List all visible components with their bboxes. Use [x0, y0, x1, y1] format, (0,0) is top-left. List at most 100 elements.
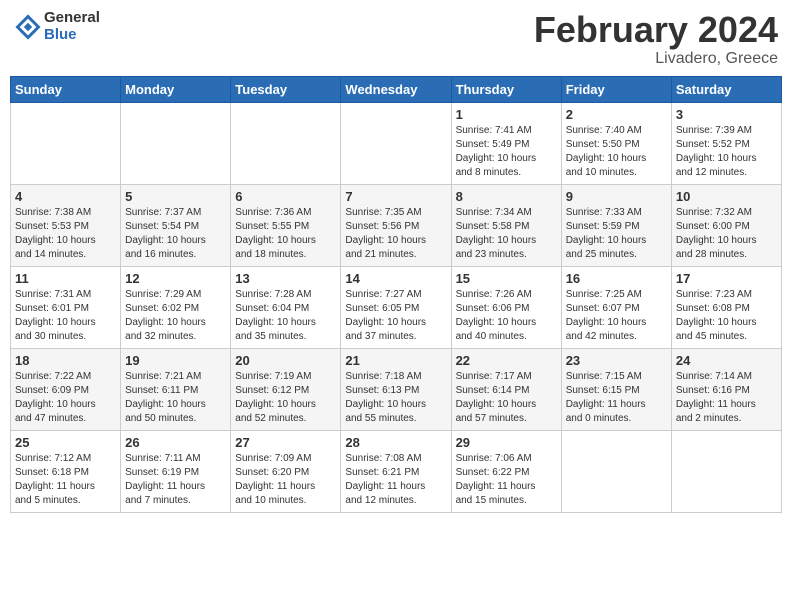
- calendar-cell: 17 Sunrise: 7:23 AM Sunset: 6:08 PM Dayli…: [671, 266, 781, 348]
- calendar-cell: 1 Sunrise: 7:41 AM Sunset: 5:49 PM Daylig…: [451, 102, 561, 184]
- calendar-cell: 2 Sunrise: 7:40 AM Sunset: 5:50 PM Daylig…: [561, 102, 671, 184]
- day-info: Sunrise: 7:31 AM Sunset: 6:01 PM Dayligh…: [15, 288, 116, 344]
- day-number: 22: [456, 353, 557, 368]
- page-header: General Blue February 2024 Livadero, Gre…: [10, 10, 782, 68]
- day-info: Sunrise: 7:12 AM Sunset: 6:18 PM Dayligh…: [15, 452, 116, 508]
- day-info: Sunrise: 7:26 AM Sunset: 6:06 PM Dayligh…: [456, 288, 557, 344]
- calendar-cell: [341, 102, 451, 184]
- day-number: 13: [235, 271, 336, 286]
- column-header-saturday: Saturday: [671, 76, 781, 102]
- day-info: Sunrise: 7:33 AM Sunset: 5:59 PM Dayligh…: [566, 206, 667, 262]
- day-info: Sunrise: 7:06 AM Sunset: 6:22 PM Dayligh…: [456, 452, 557, 508]
- calendar-cell: [561, 430, 671, 512]
- day-info: Sunrise: 7:28 AM Sunset: 6:04 PM Dayligh…: [235, 288, 336, 344]
- day-number: 24: [676, 353, 777, 368]
- calendar-cell: 29 Sunrise: 7:06 AM Sunset: 6:22 PM Dayli…: [451, 430, 561, 512]
- calendar-cell: 27 Sunrise: 7:09 AM Sunset: 6:20 PM Dayli…: [231, 430, 341, 512]
- day-number: 26: [125, 435, 226, 450]
- day-info: Sunrise: 7:23 AM Sunset: 6:08 PM Dayligh…: [676, 288, 777, 344]
- day-info: Sunrise: 7:35 AM Sunset: 5:56 PM Dayligh…: [345, 206, 446, 262]
- day-number: 16: [566, 271, 667, 286]
- day-number: 29: [456, 435, 557, 450]
- day-number: 20: [235, 353, 336, 368]
- calendar-cell: 5 Sunrise: 7:37 AM Sunset: 5:54 PM Daylig…: [121, 184, 231, 266]
- day-info: Sunrise: 7:14 AM Sunset: 6:16 PM Dayligh…: [676, 370, 777, 426]
- logo: General Blue: [14, 10, 100, 43]
- column-header-tuesday: Tuesday: [231, 76, 341, 102]
- title-block: February 2024 Livadero, Greece: [534, 10, 778, 68]
- calendar-cell: 18Sunrise: 7:22 AM Sunset: 6:09 PM Dayli…: [11, 348, 121, 430]
- column-header-sunday: Sunday: [11, 76, 121, 102]
- day-info: Sunrise: 7:39 AM Sunset: 5:52 PM Dayligh…: [676, 124, 777, 180]
- calendar-week-row: 18Sunrise: 7:22 AM Sunset: 6:09 PM Dayli…: [11, 348, 782, 430]
- calendar-cell: 11 Sunrise: 7:31 AM Sunset: 6:01 PM Dayli…: [11, 266, 121, 348]
- day-number: 10: [676, 189, 777, 204]
- day-info: Sunrise: 7:19 AM Sunset: 6:12 PM Dayligh…: [235, 370, 336, 426]
- day-number: 1: [456, 107, 557, 122]
- day-number: 19: [125, 353, 226, 368]
- calendar-cell: 10 Sunrise: 7:32 AM Sunset: 6:00 PM Dayli…: [671, 184, 781, 266]
- calendar-week-row: 4 Sunrise: 7:38 AM Sunset: 5:53 PM Daylig…: [11, 184, 782, 266]
- calendar-cell: 12Sunrise: 7:29 AM Sunset: 6:02 PM Dayli…: [121, 266, 231, 348]
- calendar-title: February 2024: [534, 10, 778, 50]
- day-number: 7: [345, 189, 446, 204]
- day-number: 12: [125, 271, 226, 286]
- day-info: Sunrise: 7:27 AM Sunset: 6:05 PM Dayligh…: [345, 288, 446, 344]
- day-info: Sunrise: 7:17 AM Sunset: 6:14 PM Dayligh…: [456, 370, 557, 426]
- calendar-cell: 8 Sunrise: 7:34 AM Sunset: 5:58 PM Daylig…: [451, 184, 561, 266]
- calendar-cell: [11, 102, 121, 184]
- calendar-cell: 28 Sunrise: 7:08 AM Sunset: 6:21 PM Dayli…: [341, 430, 451, 512]
- day-info: Sunrise: 7:38 AM Sunset: 5:53 PM Dayligh…: [15, 206, 116, 262]
- day-info: Sunrise: 7:41 AM Sunset: 5:49 PM Dayligh…: [456, 124, 557, 180]
- day-number: 11: [15, 271, 116, 286]
- day-info: Sunrise: 7:11 AM Sunset: 6:19 PM Dayligh…: [125, 452, 226, 508]
- calendar-week-row: 1 Sunrise: 7:41 AM Sunset: 5:49 PM Daylig…: [11, 102, 782, 184]
- day-number: 17: [676, 271, 777, 286]
- day-number: 15: [456, 271, 557, 286]
- day-number: 4: [15, 189, 116, 204]
- calendar-cell: 22 Sunrise: 7:17 AM Sunset: 6:14 PM Dayli…: [451, 348, 561, 430]
- calendar-cell: 14Sunrise: 7:27 AM Sunset: 6:05 PM Dayli…: [341, 266, 451, 348]
- day-info: Sunrise: 7:37 AM Sunset: 5:54 PM Dayligh…: [125, 206, 226, 262]
- day-number: 2: [566, 107, 667, 122]
- day-number: 21: [345, 353, 446, 368]
- day-number: 18: [15, 353, 116, 368]
- calendar-cell: 6Sunrise: 7:36 AM Sunset: 5:55 PM Daylig…: [231, 184, 341, 266]
- day-number: 8: [456, 189, 557, 204]
- calendar-cell: 16 Sunrise: 7:25 AM Sunset: 6:07 PM Dayli…: [561, 266, 671, 348]
- day-info: Sunrise: 7:18 AM Sunset: 6:13 PM Dayligh…: [345, 370, 446, 426]
- day-info: Sunrise: 7:40 AM Sunset: 5:50 PM Dayligh…: [566, 124, 667, 180]
- day-info: Sunrise: 7:09 AM Sunset: 6:20 PM Dayligh…: [235, 452, 336, 508]
- calendar-cell: 7 Sunrise: 7:35 AM Sunset: 5:56 PM Daylig…: [341, 184, 451, 266]
- calendar-cell: 19 Sunrise: 7:21 AM Sunset: 6:11 PM Dayli…: [121, 348, 231, 430]
- calendar-cell: 25 Sunrise: 7:12 AM Sunset: 6:18 PM Dayli…: [11, 430, 121, 512]
- logo-icon: [14, 13, 42, 41]
- day-number: 9: [566, 189, 667, 204]
- day-info: Sunrise: 7:32 AM Sunset: 6:00 PM Dayligh…: [676, 206, 777, 262]
- day-number: 23: [566, 353, 667, 368]
- column-header-thursday: Thursday: [451, 76, 561, 102]
- day-info: Sunrise: 7:08 AM Sunset: 6:21 PM Dayligh…: [345, 452, 446, 508]
- day-info: Sunrise: 7:25 AM Sunset: 6:07 PM Dayligh…: [566, 288, 667, 344]
- day-number: 25: [15, 435, 116, 450]
- day-number: 27: [235, 435, 336, 450]
- column-header-friday: Friday: [561, 76, 671, 102]
- calendar-cell: 13 Sunrise: 7:28 AM Sunset: 6:04 PM Dayli…: [231, 266, 341, 348]
- logo-text: General Blue: [44, 10, 100, 43]
- calendar-cell: 3Sunrise: 7:39 AM Sunset: 5:52 PM Daylig…: [671, 102, 781, 184]
- calendar-cell: 23 Sunrise: 7:15 AM Sunset: 6:15 PM Dayli…: [561, 348, 671, 430]
- day-info: Sunrise: 7:34 AM Sunset: 5:58 PM Dayligh…: [456, 206, 557, 262]
- calendar-table: SundayMondayTuesdayWednesdayThursdayFrid…: [10, 76, 782, 513]
- calendar-cell: 26 Sunrise: 7:11 AM Sunset: 6:19 PM Dayli…: [121, 430, 231, 512]
- day-info: Sunrise: 7:15 AM Sunset: 6:15 PM Dayligh…: [566, 370, 667, 426]
- column-header-monday: Monday: [121, 76, 231, 102]
- calendar-header-row: SundayMondayTuesdayWednesdayThursdayFrid…: [11, 76, 782, 102]
- calendar-cell: [671, 430, 781, 512]
- day-info: Sunrise: 7:21 AM Sunset: 6:11 PM Dayligh…: [125, 370, 226, 426]
- day-number: 5: [125, 189, 226, 204]
- column-header-wednesday: Wednesday: [341, 76, 451, 102]
- logo-blue-text: Blue: [44, 27, 100, 44]
- day-number: 28: [345, 435, 446, 450]
- calendar-cell: [121, 102, 231, 184]
- calendar-cell: 24 Sunrise: 7:14 AM Sunset: 6:16 PM Dayli…: [671, 348, 781, 430]
